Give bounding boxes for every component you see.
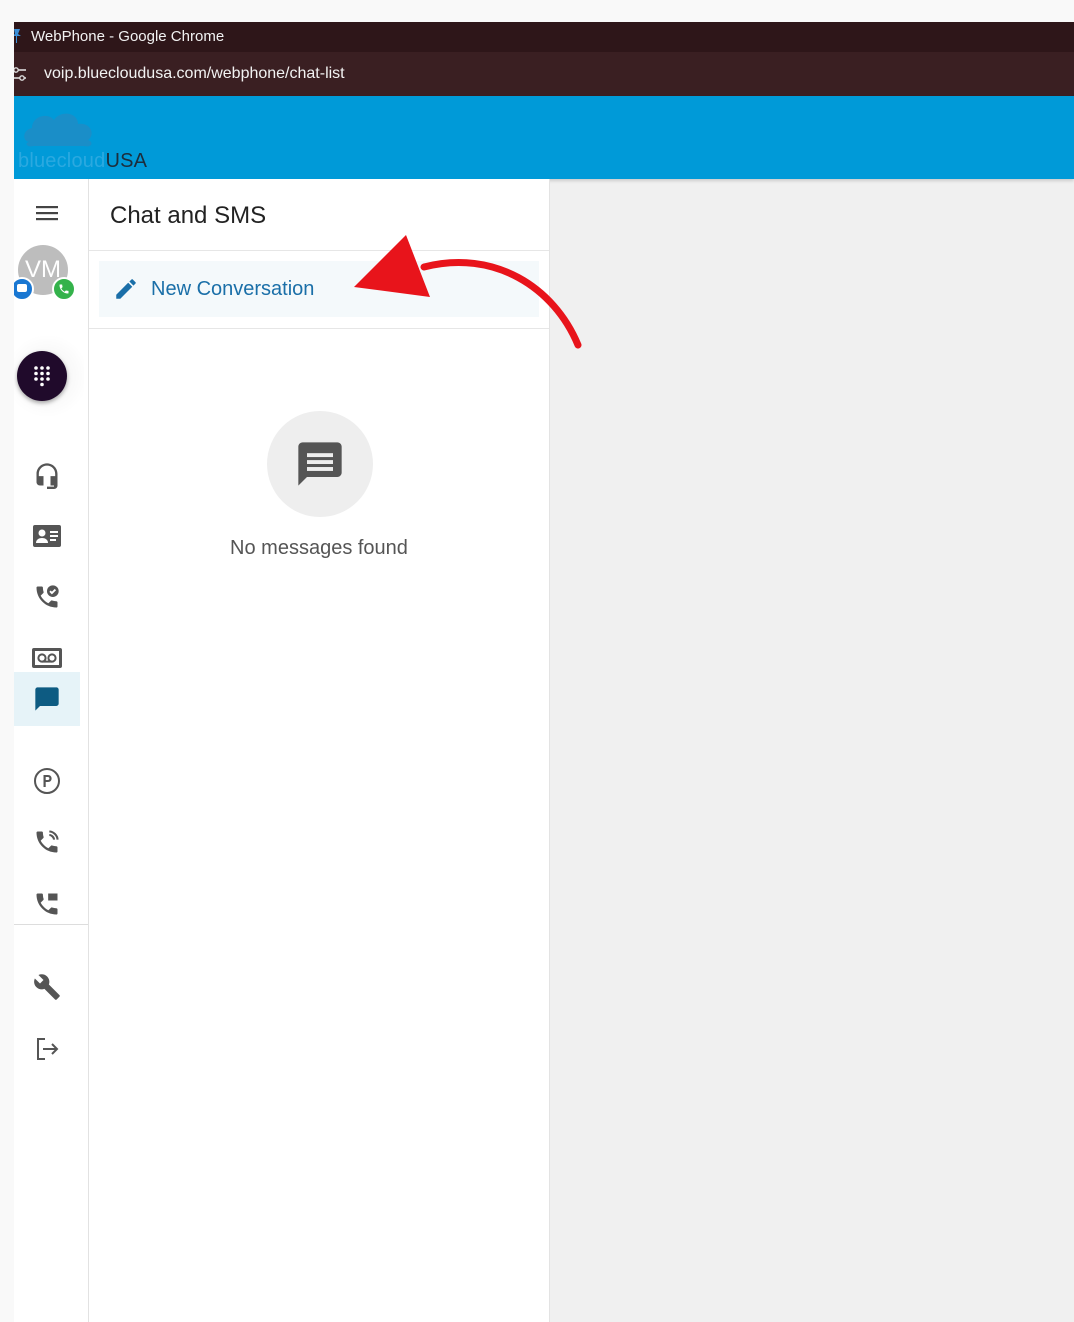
call-forward-icon — [36, 893, 58, 915]
menu-icon — [36, 206, 58, 221]
call-history-nav-button[interactable] — [14, 571, 80, 623]
call-forward-nav-button[interactable] — [14, 878, 80, 930]
logo-suffix: USA — [105, 150, 148, 172]
pencil-icon — [116, 279, 136, 299]
empty-state-circle — [267, 411, 373, 517]
dialpad-icon — [34, 366, 50, 387]
browser-window: WebPhone - Google Chrome voip.bluecloudu… — [14, 22, 1074, 1322]
logout-nav-button[interactable] — [14, 1023, 80, 1075]
window-title: WebPhone - Google Chrome — [31, 28, 225, 45]
chat-status-badge — [14, 277, 34, 301]
settings-wrench-icon — [34, 974, 60, 1000]
headset-icon — [36, 463, 58, 489]
parking-nav-button[interactable] — [14, 755, 80, 807]
chat-nav-button[interactable] — [14, 672, 80, 726]
brand-logo-text: bluecloudUSA — [18, 150, 147, 173]
app-header: bluecloudUSA — [14, 96, 1074, 179]
url-text[interactable]: voip.bluecloudusa.com/webphone/chat-list — [44, 65, 345, 83]
empty-state-text: No messages found — [230, 537, 408, 559]
voicemail-icon — [32, 648, 62, 668]
contacts-icon — [33, 525, 61, 547]
headset-nav-button[interactable] — [14, 449, 80, 501]
site-settings-icon[interactable] — [14, 66, 28, 82]
left-nav-rail: VM — [14, 179, 89, 1322]
new-conversation-label: New Conversation — [151, 277, 315, 300]
logo-prefix: bluecloud — [18, 150, 106, 172]
chat-status-icon — [17, 284, 27, 292]
rail-divider — [14, 924, 88, 925]
chat-icon — [35, 687, 59, 711]
address-bar[interactable]: voip.bluecloudusa.com/webphone/chat-list — [14, 52, 1074, 96]
dialpad-button[interactable] — [17, 351, 67, 401]
browser-title-bar: WebPhone - Google Chrome — [14, 22, 1074, 52]
call-queue-nav-button[interactable] — [14, 816, 80, 868]
cloud-logo-icon — [24, 113, 92, 147]
call-queue-icon — [36, 830, 59, 853]
parking-icon — [34, 768, 60, 794]
menu-button[interactable] — [14, 187, 80, 239]
phone-status-icon — [59, 284, 69, 294]
logout-icon — [37, 1038, 59, 1060]
phone-status-badge — [52, 277, 76, 301]
message-icon — [298, 442, 342, 486]
contacts-nav-button[interactable] — [14, 510, 80, 562]
settings-nav-button[interactable] — [14, 961, 80, 1013]
annotation-arrow-icon — [354, 235, 582, 349]
call-history-icon — [36, 585, 59, 608]
page-title: Chat and SMS — [110, 202, 267, 229]
chrome-app-icon — [14, 29, 21, 43]
